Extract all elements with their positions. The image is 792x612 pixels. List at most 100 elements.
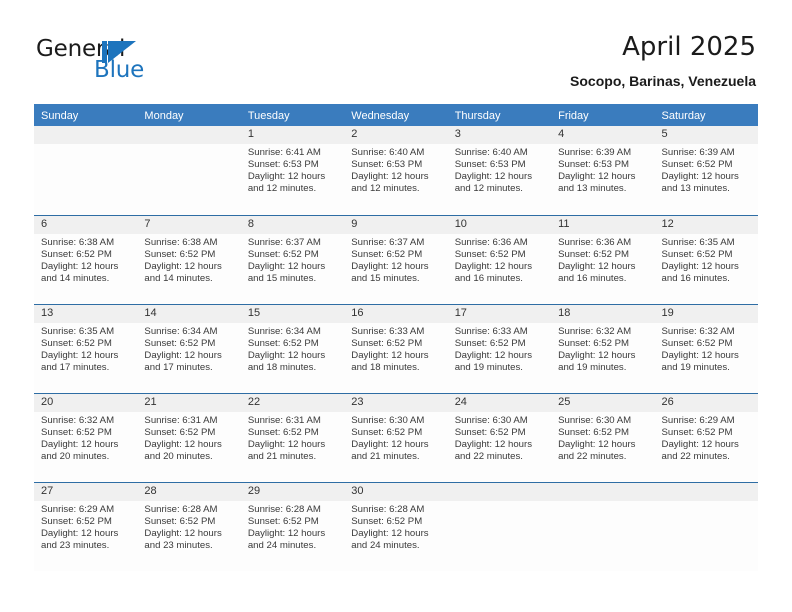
day-number: [447, 483, 552, 501]
sunrise-text: Sunrise: 6:39 AM: [558, 147, 632, 158]
sunset-text: Sunset: 6:52 PM: [41, 249, 112, 261]
sunset-text: Sunset: 6:52 PM: [144, 427, 216, 439]
day-number: 23: [344, 394, 448, 412]
daylight-text-line2: and 16 minutes.: [661, 273, 730, 285]
sunrise-text: Sunrise: 6:33 AM: [454, 326, 528, 337]
day-number: 15: [240, 305, 345, 323]
sunrise-text: Sunrise: 6:32 AM: [558, 326, 632, 337]
calendar-grid: Sunday Monday Tuesday Wednesday Thursday Frid…: [34, 104, 758, 571]
day-details: Sunrise: 6:37 AM Sunset: 6:52 PM Daylight:…: [344, 234, 447, 285]
day-details: Sunrise: 6:33 AM Sunset: 6:52 PM Daylight:…: [448, 323, 551, 374]
daylight-text-line2: and 18 minutes.: [351, 362, 420, 374]
day-details: Sunrise: 6:33 AM Sunset: 6:52 PM Daylight:…: [344, 323, 447, 374]
title-block: April 2025 Socopo, Barinas, Venezuela: [570, 30, 756, 90]
daylight-text-line2: and 19 minutes.: [558, 362, 627, 374]
daylight-text-line2: and 22 minutes.: [558, 451, 627, 463]
day-number: 8: [240, 216, 345, 234]
day-cell[interactable]: 2 Sunrise: 6:40 AM Sunset: 6:53 PM Daylight…: [344, 126, 448, 215]
day-cell[interactable]: 10 Sunrise: 6:36 AM Sunset: 6:52 PM Dayligh…: [447, 216, 552, 304]
day-number: 22: [240, 394, 345, 412]
day-cell-empty: [551, 483, 655, 571]
day-cell[interactable]: 28 Sunrise: 6:28 AM Sunset: 6:52 PM Dayligh…: [137, 483, 241, 571]
day-number: 24: [447, 394, 552, 412]
day-cell[interactable]: 29 Sunrise: 6:28 AM Sunset: 6:52 PM Dayligh…: [240, 483, 345, 571]
daylight-text-line1: Daylight: 12 hours: [41, 528, 119, 540]
day-cell[interactable]: 6 Sunrise: 6:38 AM Sunset: 6:52 PM Daylight…: [34, 216, 138, 304]
daylight-text-line1: Daylight: 12 hours: [661, 261, 739, 273]
daylight-text-line1: Daylight: 12 hours: [144, 528, 222, 540]
day-number: [137, 126, 241, 144]
daylight-text-line2: and 19 minutes.: [454, 362, 523, 374]
sunrise-text: Sunrise: 6:38 AM: [144, 237, 218, 248]
day-number: 17: [447, 305, 552, 323]
day-cell[interactable]: 12 Sunrise: 6:35 AM Sunset: 6:52 PM Dayligh…: [654, 216, 758, 304]
day-cell-empty: [654, 483, 758, 571]
day-cell[interactable]: 23 Sunrise: 6:30 AM Sunset: 6:52 PM Dayligh…: [344, 394, 448, 482]
day-cell[interactable]: 17 Sunrise: 6:33 AM Sunset: 6:52 PM Dayligh…: [447, 305, 552, 393]
day-details: Sunrise: 6:35 AM Sunset: 6:52 PM Daylight:…: [655, 234, 758, 285]
daylight-text-line2: and 20 minutes.: [144, 451, 213, 463]
day-number: 26: [654, 394, 758, 412]
sunrise-text: Sunrise: 6:36 AM: [558, 237, 632, 248]
day-cell[interactable]: 24 Sunrise: 6:30 AM Sunset: 6:52 PM Dayligh…: [447, 394, 552, 482]
sunset-text: Sunset: 6:53 PM: [247, 159, 319, 171]
day-number: 30: [344, 483, 448, 501]
general-blue-logo[interactable]: General Blue: [36, 36, 236, 83]
day-cell[interactable]: 4 Sunrise: 6:39 AM Sunset: 6:53 PM Daylight…: [551, 126, 655, 215]
daylight-text-line2: and 19 minutes.: [661, 362, 730, 374]
day-cell[interactable]: 14 Sunrise: 6:34 AM Sunset: 6:52 PM Dayligh…: [137, 305, 241, 393]
sunrise-text: Sunrise: 6:30 AM: [558, 415, 632, 426]
daylight-text-line2: and 13 minutes.: [558, 183, 627, 195]
day-cell[interactable]: 7 Sunrise: 6:38 AM Sunset: 6:52 PM Daylight…: [137, 216, 241, 304]
day-cell[interactable]: 13 Sunrise: 6:35 AM Sunset: 6:52 PM Dayligh…: [34, 305, 138, 393]
day-cell[interactable]: 19 Sunrise: 6:32 AM Sunset: 6:52 PM Dayligh…: [654, 305, 758, 393]
day-number: 21: [137, 394, 241, 412]
daylight-text-line1: Daylight: 12 hours: [558, 350, 636, 362]
day-cell[interactable]: 15 Sunrise: 6:34 AM Sunset: 6:52 PM Dayligh…: [240, 305, 345, 393]
daylight-text-line1: Daylight: 12 hours: [351, 439, 429, 451]
day-cell[interactable]: 3 Sunrise: 6:40 AM Sunset: 6:53 PM Daylight…: [447, 126, 552, 215]
calendar-week-row: 13 Sunrise: 6:35 AM Sunset: 6:52 PM Dayligh…: [34, 304, 758, 393]
sunset-text: Sunset: 6:52 PM: [454, 249, 526, 261]
day-details: Sunrise: 6:30 AM Sunset: 6:52 PM Daylight:…: [344, 412, 447, 463]
sunrise-text: Sunrise: 6:37 AM: [351, 237, 425, 248]
sunrise-text: Sunrise: 6:28 AM: [144, 504, 218, 515]
sunset-text: Sunset: 6:52 PM: [661, 338, 733, 350]
sunrise-text: Sunrise: 6:39 AM: [661, 147, 735, 158]
calendar-week-row: 1 Sunrise: 6:41 AM Sunset: 6:53 PM Daylight…: [34, 126, 758, 215]
daylight-text-line1: Daylight: 12 hours: [41, 350, 119, 362]
daylight-text-line1: Daylight: 12 hours: [454, 439, 533, 451]
day-cell-empty: [137, 126, 241, 215]
day-cell[interactable]: 8 Sunrise: 6:37 AM Sunset: 6:52 PM Daylight…: [240, 216, 345, 304]
day-number: 20: [34, 394, 138, 412]
weekday-header-saturday: Saturday: [661, 110, 706, 122]
sunset-text: Sunset: 6:52 PM: [41, 516, 112, 528]
day-details: Sunrise: 6:32 AM Sunset: 6:52 PM Daylight:…: [34, 412, 137, 463]
day-cell[interactable]: 27 Sunrise: 6:29 AM Sunset: 6:52 PM Dayligh…: [34, 483, 138, 571]
sunrise-text: Sunrise: 6:36 AM: [454, 237, 528, 248]
day-cell[interactable]: 16 Sunrise: 6:33 AM Sunset: 6:52 PM Dayligh…: [344, 305, 448, 393]
sunset-text: Sunset: 6:52 PM: [454, 427, 526, 439]
sunrise-text: Sunrise: 6:30 AM: [454, 415, 528, 426]
sunrise-text: Sunrise: 6:35 AM: [661, 237, 735, 248]
weekday-header-monday: Monday: [144, 110, 184, 122]
day-cell[interactable]: 5 Sunrise: 6:39 AM Sunset: 6:52 PM Daylight…: [654, 126, 758, 215]
day-cell[interactable]: 9 Sunrise: 6:37 AM Sunset: 6:52 PM Daylight…: [344, 216, 448, 304]
daylight-text-line2: and 21 minutes.: [351, 451, 420, 463]
daylight-text-line1: Daylight: 12 hours: [558, 261, 636, 273]
day-cell-empty: [447, 483, 552, 571]
day-cell[interactable]: 11 Sunrise: 6:36 AM Sunset: 6:52 PM Dayligh…: [551, 216, 655, 304]
day-cell[interactable]: 25 Sunrise: 6:30 AM Sunset: 6:52 PM Dayligh…: [551, 394, 655, 482]
day-cell[interactable]: 26 Sunrise: 6:29 AM Sunset: 6:52 PM Dayligh…: [654, 394, 758, 482]
day-number: 28: [137, 483, 241, 501]
day-cell[interactable]: 18 Sunrise: 6:32 AM Sunset: 6:52 PM Dayligh…: [551, 305, 655, 393]
day-cell[interactable]: 21 Sunrise: 6:31 AM Sunset: 6:52 PM Dayligh…: [137, 394, 241, 482]
day-cell[interactable]: 20 Sunrise: 6:32 AM Sunset: 6:52 PM Dayligh…: [34, 394, 138, 482]
day-cell[interactable]: 30 Sunrise: 6:28 AM Sunset: 6:52 PM Dayligh…: [344, 483, 448, 571]
day-details: Sunrise: 6:28 AM Sunset: 6:52 PM Daylight:…: [241, 501, 344, 552]
daylight-text-line2: and 22 minutes.: [454, 451, 523, 463]
day-cell[interactable]: 22 Sunrise: 6:31 AM Sunset: 6:52 PM Dayligh…: [240, 394, 345, 482]
day-cell[interactable]: 1 Sunrise: 6:41 AM Sunset: 6:53 PM Daylight…: [240, 126, 345, 215]
sunset-text: Sunset: 6:52 PM: [661, 427, 733, 439]
day-number: 9: [344, 216, 448, 234]
